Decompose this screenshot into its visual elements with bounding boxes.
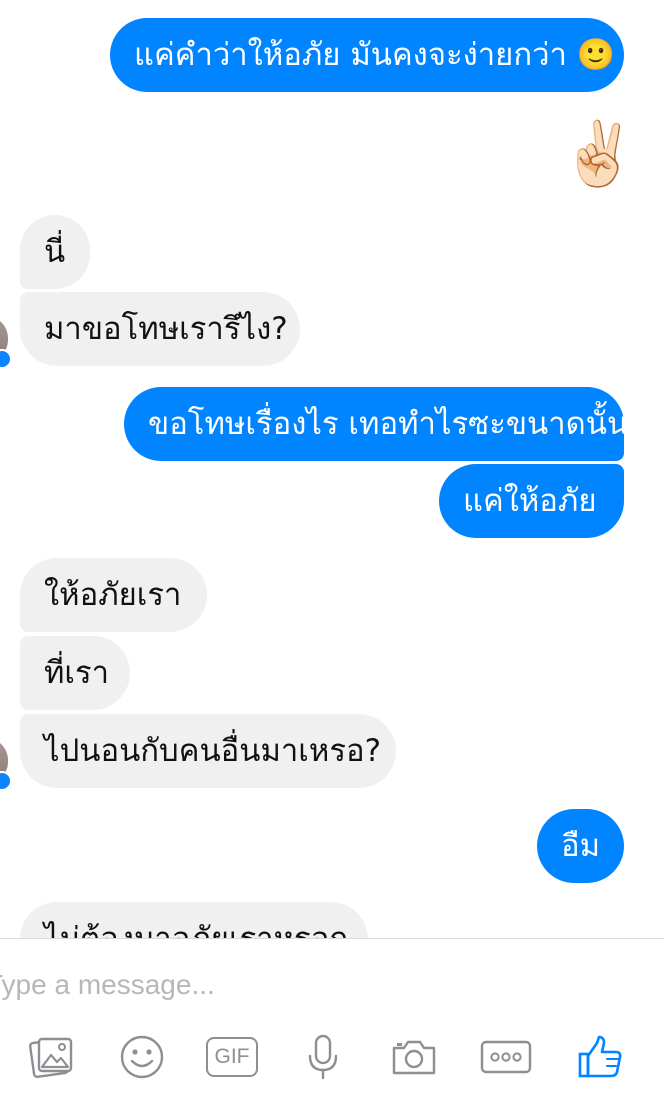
- outgoing-message[interactable]: อืม: [537, 809, 624, 883]
- verified-badge-icon: [0, 771, 12, 791]
- incoming-message[interactable]: ไปนอนกับคนอื่นมาเหรอ?: [20, 714, 396, 788]
- outgoing-message[interactable]: ขอโทษเรื่องไร เทอทำไรซะขนาดนั้น: [124, 387, 628, 461]
- emoji-button[interactable]: [114, 1032, 170, 1082]
- outgoing-message[interactable]: แค่คำว่าให้อภัย มันคงจะง่ายกว่า 🙂: [110, 18, 624, 92]
- outgoing-message[interactable]: แค่ให้อภัย: [439, 464, 624, 538]
- camera-button[interactable]: [386, 1032, 442, 1082]
- verified-badge-icon: [0, 349, 12, 369]
- emoji-icon: [120, 1035, 164, 1079]
- like-button[interactable]: [572, 1032, 628, 1082]
- more-icon: [480, 1040, 532, 1074]
- gif-button[interactable]: GIF: [204, 1032, 260, 1082]
- incoming-message[interactable]: ที่เรา: [20, 636, 130, 710]
- gif-icon: GIF: [206, 1037, 258, 1077]
- gallery-icon: [29, 1037, 73, 1079]
- incoming-message[interactable]: ไม่ต้องมาอภัยเราหรอก: [20, 902, 368, 938]
- camera-icon: [392, 1040, 436, 1075]
- peace-sign-emoji[interactable]: ✌🏻: [560, 112, 637, 196]
- message-input[interactable]: [0, 961, 646, 1009]
- voice-button[interactable]: [295, 1032, 351, 1082]
- gif-label: GIF: [214, 1045, 250, 1068]
- message-composer: GIF: [0, 939, 664, 1100]
- like-icon: [578, 1035, 622, 1078]
- more-button[interactable]: [478, 1032, 534, 1082]
- incoming-message[interactable]: ให้อภัยเรา: [20, 558, 207, 632]
- microphone-icon: [308, 1034, 338, 1080]
- message-thread[interactable]: แค่คำว่าให้อภัย มันคงจะง่ายกว่า 🙂 ✌🏻 นี่…: [0, 0, 664, 938]
- incoming-message[interactable]: มาขอโทษเรารึไง?: [20, 292, 300, 366]
- incoming-message[interactable]: นี่: [20, 215, 90, 289]
- gallery-button[interactable]: [24, 1032, 80, 1082]
